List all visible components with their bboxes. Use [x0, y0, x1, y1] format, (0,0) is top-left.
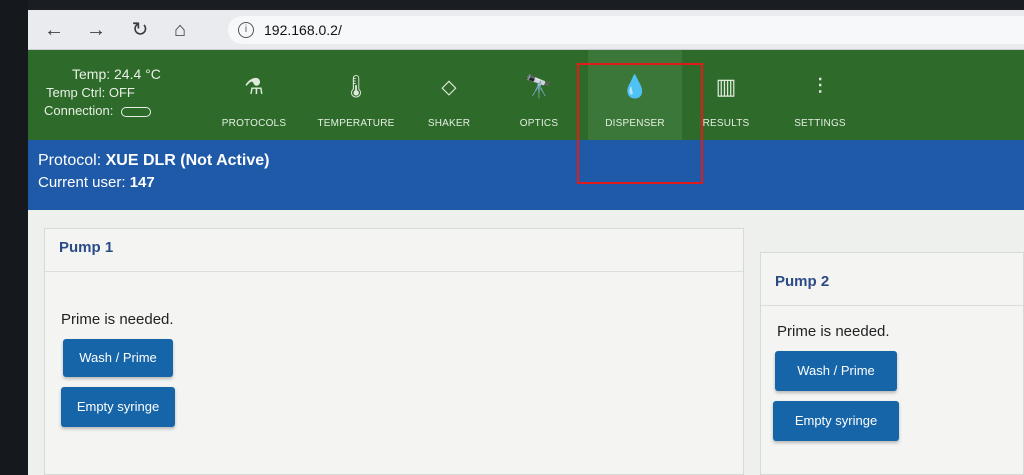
- thermometer-icon: 🌡: [342, 74, 370, 99]
- empty-syringe-button[interactable]: Empty syringe: [773, 401, 899, 441]
- pump-1-card: Pump 1 Prime is needed. Wash / Prime Emp…: [44, 228, 744, 475]
- wash-prime-button[interactable]: Wash / Prime: [775, 351, 897, 391]
- nav-label: OPTICS: [519, 118, 559, 129]
- pump-title: Pump 2: [775, 273, 830, 290]
- card-divider: [761, 305, 1023, 306]
- protocol-name: XUE DLR (Not Active): [105, 152, 270, 169]
- nav-label: SHAKER: [427, 118, 471, 129]
- nav-label: SETTINGS: [794, 118, 846, 129]
- pump-status-message: Prime is needed.: [61, 311, 174, 328]
- site-info-icon[interactable]: i: [238, 22, 254, 38]
- wash-prime-button[interactable]: Wash / Prime: [63, 339, 173, 377]
- dispenser-content: Pump 1 Prime is needed. Wash / Prime Emp…: [28, 210, 1024, 475]
- forward-icon[interactable]: →: [84, 18, 108, 42]
- temperature-readout: Temp: 24.4 °C: [72, 66, 161, 82]
- refresh-icon[interactable]: ↻: [128, 18, 152, 42]
- protocol-bar: Protocol: XUE DLR (Not Active) Current u…: [28, 140, 1024, 210]
- home-icon[interactable]: ⌂: [168, 18, 192, 42]
- pump-title: Pump 1: [59, 239, 114, 256]
- bar-chart-icon: ▥: [715, 74, 737, 99]
- nav-label: PROTOCOLS: [221, 118, 287, 129]
- protocol-info: Protocol: XUE DLR (Not Active): [38, 152, 269, 170]
- card-divider: [45, 271, 743, 272]
- connection-icon: [121, 106, 152, 117]
- pump-status-message: Prime is needed.: [777, 323, 890, 340]
- empty-syringe-button[interactable]: Empty syringe: [61, 387, 175, 427]
- pump-2-card: Pump 2 Prime is needed. Wash / Prime Emp…: [760, 252, 1024, 475]
- back-icon[interactable]: ←: [42, 18, 66, 42]
- current-user: Current user: 147: [38, 174, 155, 191]
- flask-icon: ⚗: [244, 74, 264, 99]
- connection-status: Connection:: [44, 102, 152, 119]
- screen-bezel: [0, 0, 28, 475]
- nav-label: RESULTS: [702, 118, 750, 129]
- sliders-icon: ⫶: [817, 74, 823, 99]
- connection-label: Connection:: [44, 103, 114, 118]
- url-text[interactable]: 192.168.0.2/: [264, 22, 342, 38]
- nav-label: TEMPERATURE: [317, 118, 395, 129]
- protocol-label: Protocol:: [38, 152, 102, 169]
- address-bar[interactable]: i 192.168.0.2/: [228, 16, 1024, 44]
- telescope-icon: 🔭: [525, 74, 553, 99]
- annotation-highlight-box: [577, 63, 703, 184]
- temp-ctrl-status: Temp Ctrl: OFF: [46, 85, 135, 100]
- user-label: Current user:: [38, 174, 126, 191]
- user-id: 147: [129, 174, 155, 191]
- shaker-icon: ⬦: [441, 74, 457, 99]
- browser-toolbar: ← → ↻ ⌂ i 192.168.0.2/: [28, 10, 1024, 50]
